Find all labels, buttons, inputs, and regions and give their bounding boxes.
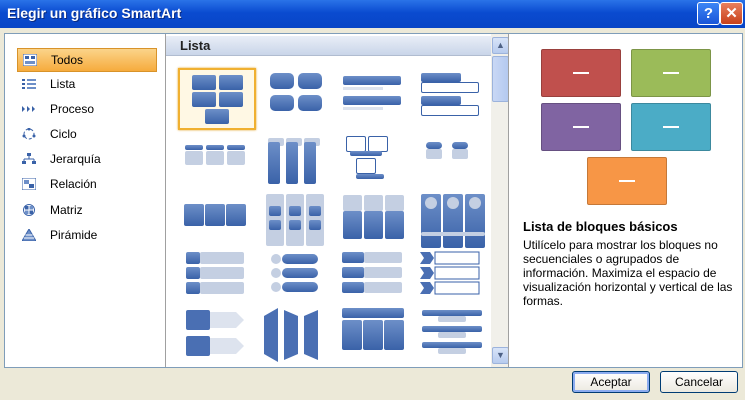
category-list: Todos Lista Proceso Ciclo Jerarquía Rela… [5,34,165,367]
preview-block [631,49,711,97]
cycle-icon [22,128,36,140]
category-item-jerarquia[interactable]: Jerarquía [17,148,155,170]
category-item-matriz[interactable]: Matriz [17,199,155,221]
window-title: Elegir un gráfico SmartArt [7,5,182,21]
cancel-button[interactable]: Cancelar [660,371,738,393]
layout-thumbnail[interactable] [178,306,252,364]
all-layouts-icon [23,54,37,66]
preview-block [541,49,621,97]
layout-thumbnail[interactable] [418,68,492,126]
layout-thumbnail[interactable] [418,192,492,250]
layout-description: Utilícelo para mostrar los bloques no se… [523,238,733,308]
layout-thumbnail[interactable] [258,250,332,308]
hierarchy-icon [22,153,36,164]
layout-thumbnail[interactable] [178,132,252,190]
layout-thumbnail[interactable] [418,250,492,308]
help-button[interactable]: ? [697,2,720,25]
ok-button[interactable]: Aceptar [572,371,650,393]
preview-pane: Lista de bloques básicos Utilícelo para … [509,34,742,367]
layout-thumbnail[interactable] [418,306,492,364]
matrix-icon [23,204,35,216]
arrow-list-graphic [186,310,244,356]
layout-thumbnail[interactable] [258,132,332,190]
layout-thumbnail[interactable] [338,250,412,308]
layout-thumbnail[interactable] [338,192,412,250]
preview-block [631,103,711,151]
category-label: Jerarquía [50,152,101,166]
layout-thumbnail[interactable] [178,192,252,250]
dialog-body: Todos Lista Proceso Ciclo Jerarquía Rela… [4,33,743,368]
relationship-icon [22,178,36,190]
category-label: Todos [51,53,84,67]
layout-thumbnail[interactable] [258,68,332,126]
list-icon [22,79,36,89]
title-bar: Elegir un gráfico SmartArt ? ✕ [0,0,745,28]
preview-block [587,157,667,205]
layout-thumbnail[interactable] [258,192,332,250]
preview-block [541,103,621,151]
gallery-header-label: Lista [180,38,211,53]
close-button[interactable]: ✕ [720,2,743,25]
layout-thumbnail[interactable] [338,132,412,190]
category-label: Matriz [50,203,83,217]
gallery-header: Lista [166,36,491,56]
gallery-scrollbar[interactable]: ▲ ▼ [491,34,509,367]
layout-thumbnail[interactable] [258,306,332,364]
category-item-proceso[interactable]: Proceso [17,98,155,120]
layout-thumbnail[interactable] [338,68,412,126]
layout-title: Lista de bloques básicos [523,219,678,234]
layout-thumbnail[interactable] [178,250,252,308]
category-label: Relación [50,177,97,191]
chevron-list-graphic [420,251,480,295]
category-item-piramide[interactable]: Pirámide [17,224,155,246]
category-label: Proceso [50,102,95,116]
category-item-todos[interactable]: Todos [17,48,157,72]
trapezoid-list-graphic [264,308,318,362]
category-item-ciclo[interactable]: Ciclo [17,123,155,145]
scroll-up-button[interactable]: ▲ [492,37,509,54]
pyramid-icon [22,229,36,241]
process-icon [22,106,35,112]
layout-gallery: Lista [166,34,491,367]
category-label: Pirámide [50,228,98,242]
layout-thumbnail-basic-block-list[interactable] [178,68,256,130]
category-label: Lista [50,77,76,91]
category-item-relacion[interactable]: Relación [17,173,155,195]
scroll-thumb[interactable] [492,56,509,102]
scroll-down-button[interactable]: ▼ [492,347,509,364]
layout-thumbnail[interactable] [338,306,412,364]
category-item-lista[interactable]: Lista [17,73,155,95]
layout-thumbnail[interactable] [418,132,492,190]
category-label: Ciclo [50,127,77,141]
